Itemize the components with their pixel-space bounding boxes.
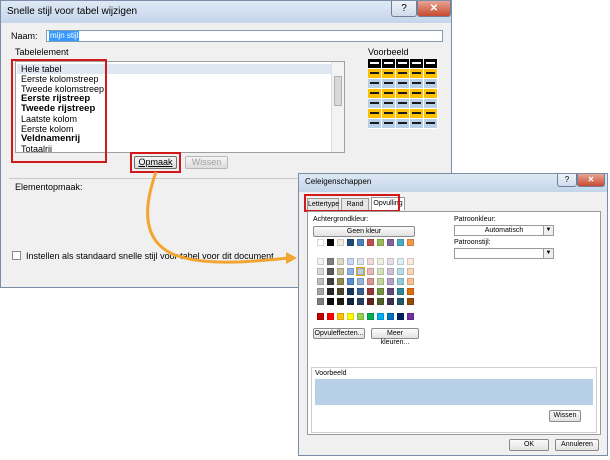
color-swatch[interactable]: [387, 288, 394, 295]
color-swatch[interactable]: [357, 288, 364, 295]
color-swatch[interactable]: [347, 268, 354, 275]
dialog-title: Celeigenschappen: [305, 177, 372, 186]
pattern-style-select[interactable]: ▼: [454, 248, 554, 259]
color-swatch[interactable]: [397, 288, 404, 295]
color-swatch[interactable]: [377, 288, 384, 295]
color-swatch[interactable]: [317, 239, 324, 246]
color-swatch[interactable]: [347, 278, 354, 285]
color-swatch[interactable]: [377, 278, 384, 285]
color-swatch[interactable]: [357, 258, 364, 265]
color-swatch[interactable]: [397, 278, 404, 285]
color-swatch[interactable]: [397, 298, 404, 305]
color-swatch[interactable]: [377, 258, 384, 265]
ok-button[interactable]: OK: [509, 439, 549, 451]
color-swatch[interactable]: [337, 313, 344, 320]
color-swatch[interactable]: [357, 278, 364, 285]
color-swatch[interactable]: [407, 258, 414, 265]
color-swatch[interactable]: [356, 267, 365, 276]
color-swatch[interactable]: [347, 298, 354, 305]
color-swatch[interactable]: [347, 258, 354, 265]
color-swatch[interactable]: [327, 313, 334, 320]
color-swatch[interactable]: [317, 268, 324, 275]
color-swatch[interactable]: [387, 268, 394, 275]
close-button[interactable]: ✕: [577, 174, 605, 187]
color-swatch[interactable]: [317, 288, 324, 295]
cancel-button[interactable]: Annuleren: [555, 439, 599, 451]
color-swatch[interactable]: [397, 313, 404, 320]
color-swatch[interactable]: [387, 313, 394, 320]
color-swatch[interactable]: [337, 268, 344, 275]
fill-panel: Achtergrondkleur: Geen kleur Opvuleffect…: [307, 211, 601, 435]
color-swatch[interactable]: [367, 239, 374, 246]
fill-preview: [315, 379, 593, 405]
color-swatch[interactable]: [397, 268, 404, 275]
color-swatch[interactable]: [407, 288, 414, 295]
color-swatch[interactable]: [327, 258, 334, 265]
color-swatch[interactable]: [347, 313, 354, 320]
chevron-down-icon: ▼: [543, 249, 553, 258]
color-swatch[interactable]: [407, 239, 414, 246]
bg-color-label: Achtergrondkleur:: [313, 216, 369, 223]
color-swatch[interactable]: [347, 239, 354, 246]
fill-effects-button[interactable]: Opvuleffecten...: [313, 328, 365, 339]
cell-properties-dialog: Celeigenschappen ? ✕ Lettertype Rand Opv…: [298, 173, 608, 456]
color-swatch[interactable]: [367, 258, 374, 265]
pattern-color-select[interactable]: Automatisch ▼: [454, 225, 554, 236]
color-swatch[interactable]: [397, 258, 404, 265]
color-swatch[interactable]: [357, 239, 364, 246]
color-swatch[interactable]: [317, 298, 324, 305]
color-swatch[interactable]: [367, 313, 374, 320]
color-swatch[interactable]: [407, 268, 414, 275]
color-swatch[interactable]: [327, 298, 334, 305]
color-swatch[interactable]: [317, 278, 324, 285]
color-swatch[interactable]: [377, 268, 384, 275]
color-swatch[interactable]: [367, 268, 374, 275]
color-swatch[interactable]: [337, 288, 344, 295]
color-swatch[interactable]: [377, 298, 384, 305]
pattern-color-value: Automatisch: [484, 227, 524, 234]
color-swatch[interactable]: [387, 258, 394, 265]
color-swatch[interactable]: [337, 258, 344, 265]
pattern-style-label: Patroonstijl:: [454, 239, 491, 246]
color-swatch[interactable]: [407, 298, 414, 305]
color-swatch[interactable]: [337, 239, 344, 246]
title-bar: Celeigenschappen ? ✕: [299, 174, 607, 192]
preview-group: Voorbeeld Wissen: [311, 367, 597, 433]
more-colors-button[interactable]: Meer kleuren...: [371, 328, 419, 346]
clear-button[interactable]: Wissen: [549, 410, 581, 422]
color-swatch[interactable]: [327, 239, 334, 246]
color-swatch[interactable]: [357, 298, 364, 305]
color-swatch[interactable]: [327, 268, 334, 275]
color-swatch[interactable]: [387, 278, 394, 285]
color-swatch[interactable]: [317, 313, 324, 320]
color-swatch[interactable]: [337, 278, 344, 285]
color-swatch[interactable]: [407, 278, 414, 285]
pattern-color-label: Patroonkleur:: [454, 216, 496, 223]
color-swatch[interactable]: [407, 313, 414, 320]
color-swatch[interactable]: [337, 298, 344, 305]
color-swatch[interactable]: [387, 239, 394, 246]
color-swatch[interactable]: [377, 313, 384, 320]
color-swatch[interactable]: [327, 278, 334, 285]
chevron-down-icon: ▼: [543, 226, 553, 235]
color-swatch[interactable]: [377, 239, 384, 246]
color-swatch[interactable]: [367, 288, 374, 295]
highlight-tabs: [304, 194, 400, 212]
help-button[interactable]: ?: [557, 174, 577, 187]
color-swatch[interactable]: [397, 239, 404, 246]
color-swatch[interactable]: [327, 288, 334, 295]
no-color-button[interactable]: Geen kleur: [313, 226, 415, 237]
color-swatch[interactable]: [347, 288, 354, 295]
color-swatch[interactable]: [387, 298, 394, 305]
preview-label: Voorbeeld: [315, 370, 347, 377]
color-swatch[interactable]: [317, 258, 324, 265]
color-swatch[interactable]: [367, 278, 374, 285]
color-swatch[interactable]: [357, 313, 364, 320]
color-swatch[interactable]: [367, 298, 374, 305]
